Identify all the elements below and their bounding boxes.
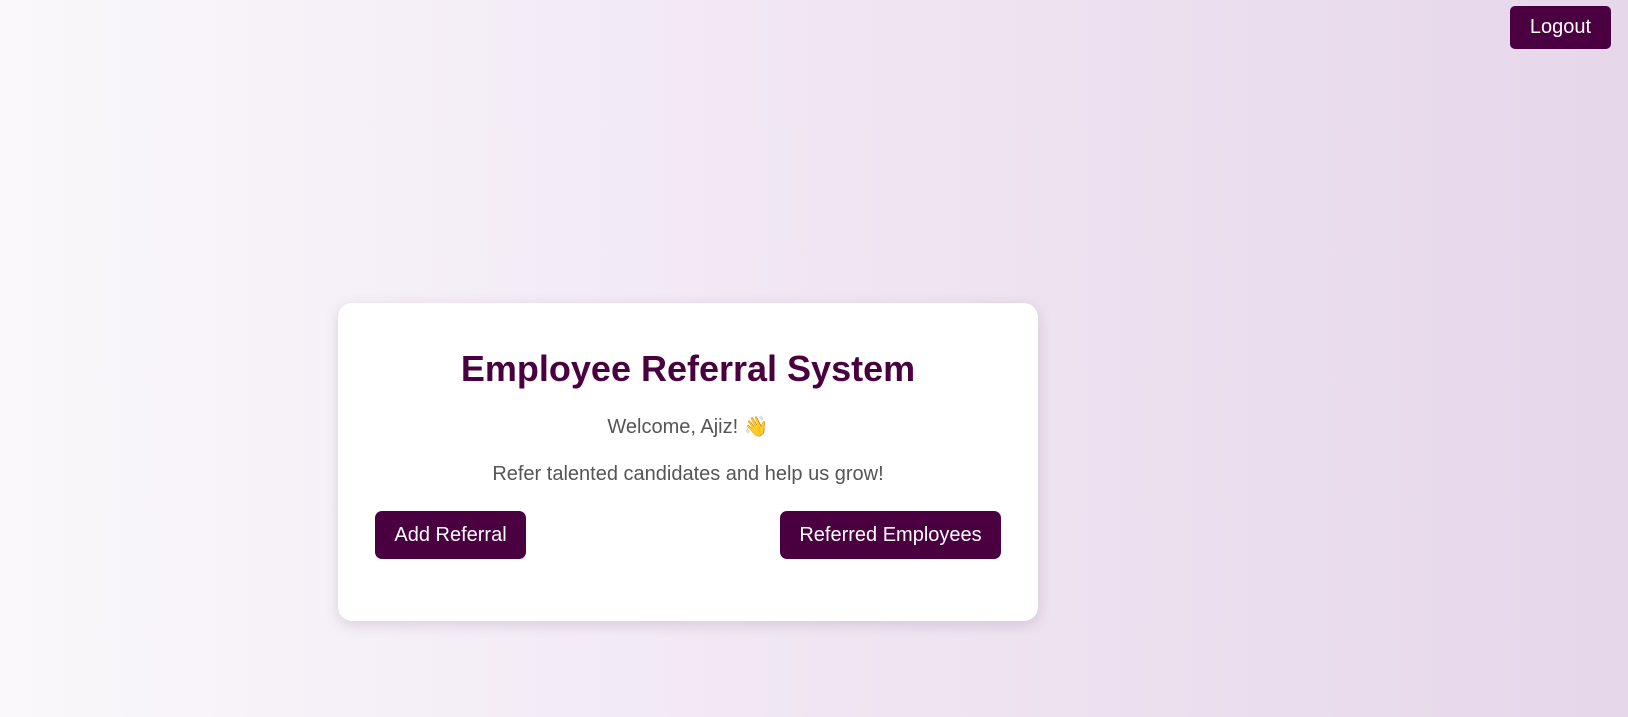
- page-title: Employee Referral System: [460, 348, 916, 389]
- referred-employees-button[interactable]: Referred Employees: [780, 511, 1001, 559]
- welcome-message: Welcome, Ajiz! 👋: [607, 416, 769, 438]
- logout-button[interactable]: Logout: [1510, 6, 1611, 49]
- tagline: Refer talented candidates and help us gr…: [492, 463, 884, 485]
- add-referral-button[interactable]: Add Referral: [375, 511, 526, 559]
- dashboard-card: Employee Referral System Welcome, Ajiz! …: [338, 303, 1038, 621]
